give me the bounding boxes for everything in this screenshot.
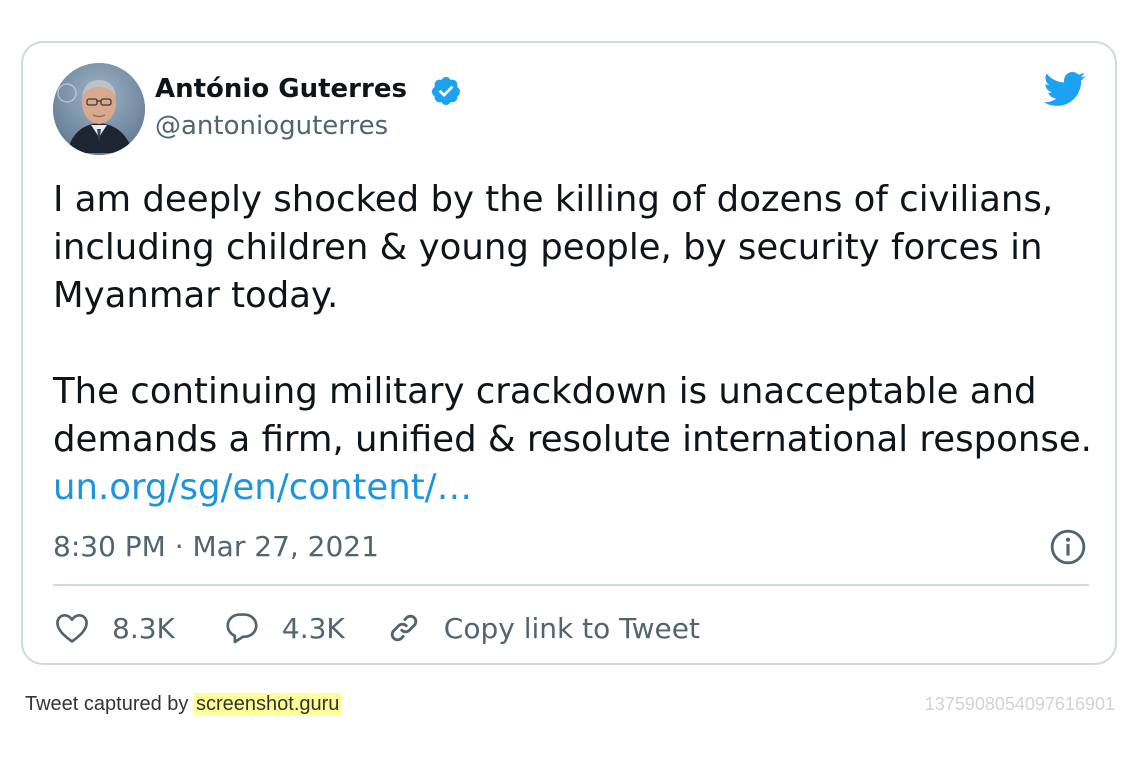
footer-caption-prefix: Tweet captured by (25, 693, 189, 715)
tweet-paragraph-text: The continuing military crackdown is una… (53, 371, 1092, 460)
copy-link-button[interactable]: Copy link to Tweet (385, 609, 700, 647)
footer-source-link[interactable]: screenshot.guru (194, 693, 342, 715)
author-name[interactable]: António Guterres (155, 72, 407, 106)
info-icon[interactable] (1049, 528, 1087, 566)
tweet-paragraph: I am deeply shocked by the killing of do… (53, 179, 1054, 316)
divider (53, 584, 1089, 586)
tweet-id: 1375908054097616901 (924, 694, 1115, 714)
link-icon (390, 614, 417, 642)
reply-button[interactable]: 4.3K (223, 609, 345, 647)
tweet-timestamp[interactable]: 8:30 PM · Mar 27, 2021 (53, 529, 379, 565)
tweet-body: I am deeply shocked by the killing of do… (53, 176, 1093, 512)
like-button[interactable]: 8.3K (53, 609, 175, 647)
like-count: 8.3K (112, 611, 175, 645)
tweet-actions: 8.3K 4.3K Copy link to Tweet (53, 606, 700, 650)
avatar[interactable] (53, 63, 145, 155)
tweet-link[interactable]: un.org/sg/en/content/… (53, 467, 472, 508)
author-handle[interactable]: @antonioguterres (155, 109, 388, 143)
copy-link-label: Copy link to Tweet (443, 611, 700, 645)
footer-caption: Tweet captured by screenshot.guru (25, 691, 342, 717)
heart-icon (56, 613, 88, 643)
comment-icon (226, 613, 258, 644)
tweet-paragraph: The continuing military crackdown is una… (53, 368, 1093, 512)
reply-count: 4.3K (281, 611, 345, 645)
tweet-card: António Guterres @antonioguterres I am d… (21, 41, 1117, 665)
twitter-bird-icon[interactable] (1039, 67, 1089, 111)
verified-badge-icon (431, 77, 460, 105)
avatar-portrait (53, 63, 145, 155)
